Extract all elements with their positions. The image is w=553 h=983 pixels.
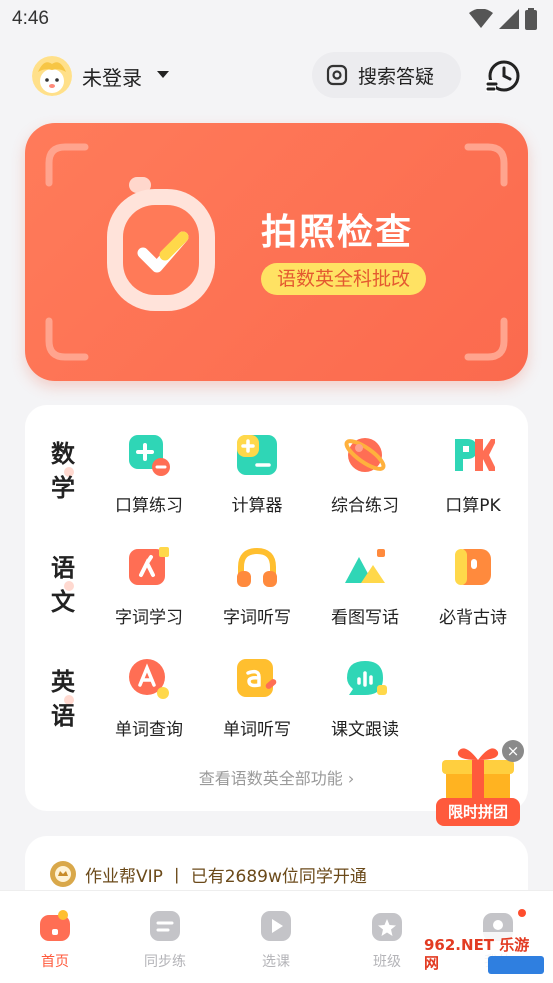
tool-label: 单词查询 [115, 720, 183, 740]
tool-word-dictation[interactable]: 字词听写 [209, 545, 305, 635]
tool-label: 字词学习 [115, 608, 183, 628]
pk-icon [455, 439, 495, 471]
tool-label: 口算PK [445, 496, 501, 516]
group-buy-promo[interactable]: 限时拼团 × [430, 740, 524, 830]
scan-icon [326, 64, 348, 86]
search-qa-button[interactable]: 搜索答疑 [312, 52, 461, 98]
photo-check-banner[interactable]: 拍照检查 语数英全科批改 [25, 123, 528, 381]
tool-word-listen[interactable]: 单词听写 [209, 657, 305, 747]
site-watermark: 962.NET 乐游网 [418, 930, 546, 978]
tool-text-follow-read[interactable]: 课文跟读 [317, 657, 413, 747]
login-status-label[interactable]: 未登录 [82, 62, 142, 91]
tool-oral-math[interactable]: 口算练习 [101, 433, 197, 523]
top-bar: 未登录 搜索答疑 [0, 46, 553, 106]
subject-label-math: 数学 [48, 437, 78, 505]
headphones-icon [237, 547, 277, 587]
notification-dot [518, 909, 526, 917]
tab-courses[interactable]: 选课 [231, 909, 321, 970]
group-buy-label: 限时拼团 [436, 798, 520, 826]
avatar[interactable] [32, 56, 72, 96]
tool-word-lookup[interactable]: 单词查询 [101, 657, 197, 747]
mountain-icon [345, 549, 385, 583]
oral-math-icon [129, 435, 170, 476]
tab-label: 同步练 [144, 954, 186, 970]
tool-label: 课文跟读 [331, 720, 399, 740]
word-lookup-icon [129, 659, 169, 699]
tool-label: 综合练习 [331, 496, 399, 516]
class-star-icon [372, 913, 402, 941]
tool-label: 计算器 [231, 496, 283, 516]
status-bar: 4:46 [0, 0, 553, 38]
home-icon [40, 910, 70, 941]
dropdown-caret-icon[interactable] [157, 71, 169, 78]
tool-picture-writing[interactable]: 看图写话 [317, 545, 413, 635]
tool-label: 字词听写 [223, 608, 291, 628]
tab-sync-practice[interactable]: 同步练 [120, 909, 210, 970]
avatar-face-icon [32, 56, 72, 96]
tool-calculator[interactable]: 计算器 [209, 433, 305, 523]
tool-label: 必背古诗 [439, 608, 507, 628]
tool-label: 看图写话 [331, 608, 399, 628]
vip-crown-icon [50, 861, 76, 887]
hero-title: 拍照检查 [261, 212, 414, 253]
status-time: 4:46 [12, 8, 49, 29]
subject-label-chinese: 语文 [48, 551, 78, 619]
tab-label: 首页 [41, 954, 69, 970]
sync-practice-icon [150, 911, 180, 941]
signal-icon [499, 9, 519, 29]
tool-classic-poems[interactable]: 必背古诗 [425, 545, 521, 635]
play-video-icon [261, 911, 291, 941]
scroll-icon [455, 549, 491, 585]
hero-subtitle-badge: 语数英全科批改 [261, 263, 427, 295]
vip-text: 作业帮VIP 丨 已有2689w位同学开通 [85, 867, 367, 887]
speech-bubble-icon [347, 661, 387, 695]
history-clock-icon[interactable] [486, 58, 522, 94]
status-icons [469, 8, 537, 30]
tool-oral-pk[interactable]: 口算PK [425, 433, 521, 523]
calculator-icon [237, 435, 277, 475]
word-study-icon [129, 547, 169, 585]
tab-label: 选课 [262, 954, 290, 970]
word-listen-icon [237, 659, 277, 697]
battery-icon [525, 8, 537, 30]
tool-label: 口算练习 [115, 496, 183, 516]
tool-word-study[interactable]: 字词学习 [101, 545, 197, 635]
promo-close-button[interactable]: × [502, 740, 524, 762]
subject-label-english: 英语 [48, 665, 78, 733]
planet-icon [344, 438, 386, 472]
tool-label: 单词听写 [223, 720, 291, 740]
search-qa-label: 搜索答疑 [358, 65, 435, 88]
wifi-icon [469, 9, 493, 28]
check-device-icon [107, 177, 215, 311]
tool-comprehensive[interactable]: 综合练习 [317, 433, 413, 523]
watermark-text: 962.NET 乐游网 [424, 936, 530, 972]
tab-home[interactable]: 首页 [10, 909, 100, 970]
